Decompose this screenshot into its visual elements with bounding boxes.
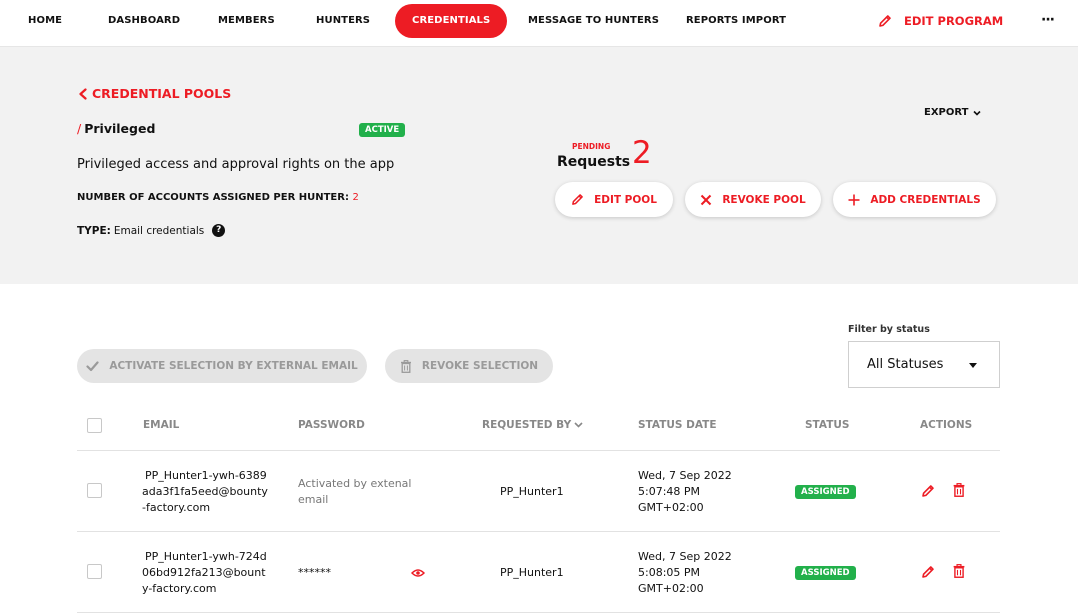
title-slash: / <box>77 121 82 136</box>
revoke-selection-label: REVOKE SELECTION <box>421 360 539 372</box>
date-line: 5:08:05 PM <box>638 566 701 579</box>
column-header-status-date[interactable]: STATUS DATE <box>638 419 717 431</box>
email-cell: PP_Hunter1-ywh-724d 06bd912fa213@bount y… <box>142 549 267 597</box>
nav-credentials[interactable]: CREDENTIALS <box>395 4 508 38</box>
pending-label: PENDING <box>572 142 611 151</box>
password-cell: ****** <box>298 566 331 579</box>
email-line: 06bd912fa213@bount <box>142 566 266 579</box>
help-icon[interactable]: ? <box>212 224 226 237</box>
status-badge: ASSIGNED <box>795 566 856 580</box>
row-checkbox[interactable] <box>87 564 102 579</box>
requested-by-cell: PP_Hunter1 <box>500 485 564 498</box>
column-header-email[interactable]: EMAIL <box>143 419 179 431</box>
revoke-pool-label: REVOKE POOL <box>722 193 806 206</box>
chevron-left-icon <box>79 87 87 100</box>
trash-icon <box>400 359 411 373</box>
status-date-cell: Wed, 7 Sep 2022 5:07:48 PM GMT+02:00 <box>638 468 732 516</box>
checkmark-icon <box>86 360 99 371</box>
back-link-label: CREDENTIAL POOLS <box>92 86 232 101</box>
requests-label: Requests <box>557 154 631 170</box>
row-checkbox[interactable] <box>87 483 102 498</box>
edit-pool-button[interactable]: EDIT POOL <box>555 182 673 217</box>
date-line: GMT+02:00 <box>638 501 704 514</box>
filter-by-status-label: Filter by status <box>848 324 930 335</box>
column-header-status[interactable]: STATUS <box>805 419 849 431</box>
revoke-pool-button[interactable]: REVOKE POOL <box>685 182 821 217</box>
date-line: 5:07:48 PM <box>638 485 701 498</box>
row-divider <box>77 450 1000 451</box>
eye-icon[interactable] <box>411 568 425 578</box>
accounts-per-hunter: NUMBER OF ACCOUNTS ASSIGNED PER HUNTER: … <box>77 192 359 203</box>
pool-title: / Privileged <box>77 121 155 136</box>
pencil-icon <box>879 15 891 27</box>
nav-members[interactable]: MEMBERS <box>218 0 275 42</box>
nav-dashboard[interactable]: DASHBOARD <box>108 0 180 42</box>
pool-status-badge: ACTIVE <box>359 123 406 137</box>
row-divider <box>77 612 1000 613</box>
date-line: GMT+02:00 <box>638 582 704 595</box>
trash-icon[interactable] <box>952 564 966 578</box>
email-line: PP_Hunter1-ywh-6389 <box>145 469 267 482</box>
edit-pool-label: EDIT POOL <box>594 193 657 206</box>
add-credentials-label: ADD CREDENTIALS <box>870 193 981 206</box>
pencil-icon[interactable] <box>921 565 935 579</box>
nav-message-to-hunters[interactable]: MESSAGE TO HUNTERS <box>528 0 659 42</box>
nav-reports-import[interactable]: REPORTS IMPORT <box>686 0 786 42</box>
nav-hunters[interactable]: HUNTERS <box>316 0 370 42</box>
export-dropdown[interactable]: EXPORT <box>924 107 982 118</box>
date-line: Wed, 7 Sep 2022 <box>638 469 732 482</box>
email-line: -factory.com <box>142 501 211 514</box>
edit-program-label: EDIT PROGRAM <box>904 14 1004 28</box>
revoke-selection-button[interactable]: REVOKE SELECTION <box>385 349 553 383</box>
status-filter-select[interactable]: All Statuses <box>848 341 1000 388</box>
pool-type-label: TYPE: <box>77 224 111 237</box>
pencil-icon <box>572 194 583 205</box>
pool-description: Privileged access and approval rights on… <box>77 157 395 172</box>
pencil-icon[interactable] <box>921 484 935 498</box>
sort-chevron-down-icon[interactable] <box>574 422 583 428</box>
date-line: Wed, 7 Sep 2022 <box>638 550 732 563</box>
column-header-password: PASSWORD <box>298 419 365 431</box>
status-filter-value: All Statuses <box>867 357 944 372</box>
accounts-per-hunter-value: 2 <box>352 192 359 203</box>
top-navigation: HOME DASHBOARD MEMBERS HUNTERS CREDENTIA… <box>0 0 1078 47</box>
add-credentials-button[interactable]: ADD CREDENTIALS <box>833 182 996 217</box>
export-label: EXPORT <box>924 107 969 118</box>
pool-type: TYPE: Email credentials ? <box>77 224 226 237</box>
activate-selection-button[interactable]: ACTIVATE SELECTION BY EXTERNAL EMAIL <box>77 349 367 383</box>
trash-icon[interactable] <box>952 483 966 497</box>
requested-by-cell: PP_Hunter1 <box>500 566 564 579</box>
chevron-down-icon <box>973 110 982 116</box>
status-date-cell: Wed, 7 Sep 2022 5:08:05 PM GMT+02:00 <box>638 549 732 597</box>
back-to-credential-pools-link[interactable]: CREDENTIAL POOLS <box>78 86 231 101</box>
password-line: Activated by extenal <box>298 477 412 490</box>
caret-down-icon <box>969 363 977 368</box>
plus-icon <box>848 194 860 205</box>
pending-requests-count[interactable]: 2 <box>632 135 652 171</box>
edit-program-button[interactable]: EDIT PROGRAM <box>878 0 1003 42</box>
pool-name: Privileged <box>84 121 156 136</box>
password-cell: Activated by extenal email <box>298 476 411 508</box>
column-header-requested-by[interactable]: REQUESTED BY <box>482 419 583 431</box>
accounts-per-hunter-label: NUMBER OF ACCOUNTS ASSIGNED PER HUNTER: <box>77 192 349 203</box>
activate-selection-label: ACTIVATE SELECTION BY EXTERNAL EMAIL <box>109 360 358 372</box>
requested-by-label: REQUESTED BY <box>482 419 572 431</box>
pool-type-value: Email credentials <box>113 224 205 237</box>
status-badge: ASSIGNED <box>795 485 856 499</box>
column-header-actions: ACTIONS <box>920 419 973 431</box>
select-all-checkbox[interactable] <box>87 418 102 433</box>
email-line: y-factory.com <box>142 582 217 595</box>
password-line: email <box>298 493 329 506</box>
more-menu-icon[interactable]: ··· <box>1041 0 1055 42</box>
close-icon <box>701 194 712 205</box>
email-line: PP_Hunter1-ywh-724d <box>145 550 267 563</box>
email-line: ada3f1fa5eed@bounty <box>142 485 268 498</box>
email-cell: PP_Hunter1-ywh-6389 ada3f1fa5eed@bounty … <box>142 468 268 516</box>
row-divider <box>77 531 1000 532</box>
nav-home[interactable]: HOME <box>28 0 62 42</box>
